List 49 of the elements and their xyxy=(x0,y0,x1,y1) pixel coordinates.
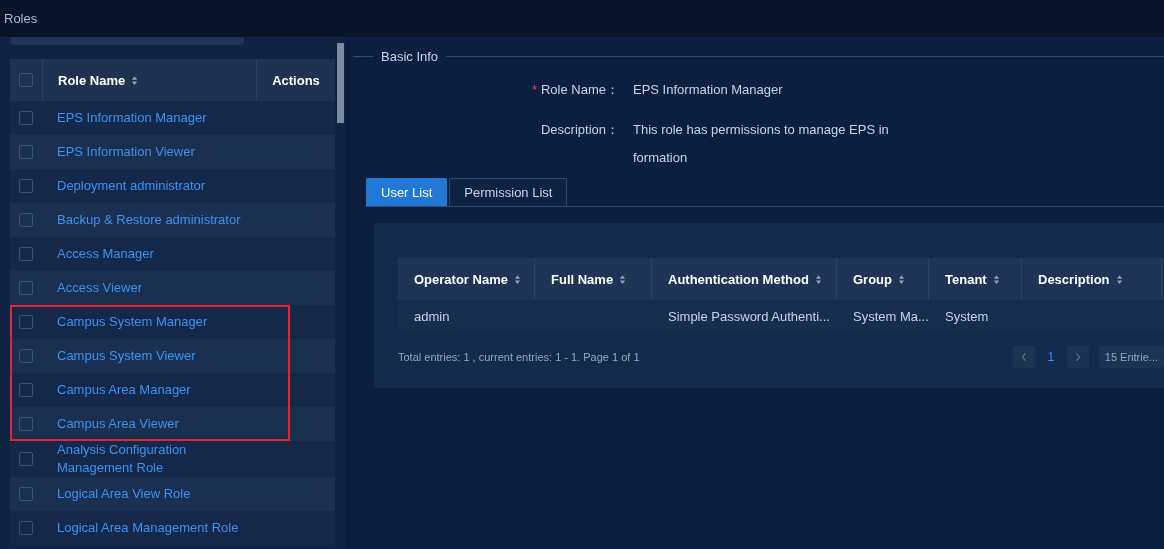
sort-icon[interactable] xyxy=(1115,273,1123,285)
row-checkbox[interactable] xyxy=(19,521,33,535)
page-size-dropdown[interactable]: 15 Entrie... xyxy=(1098,346,1164,368)
row-checkbox[interactable] xyxy=(19,452,33,466)
pagination-summary: Total entries: 1 , current entries: 1 - 1. Page 1 of 1 xyxy=(398,351,640,363)
field-value: EPS Information Manager xyxy=(633,81,784,99)
row-checkbox[interactable] xyxy=(19,281,33,295)
sort-icon[interactable] xyxy=(814,273,822,285)
column-header[interactable]: Authentication Method xyxy=(668,271,809,287)
table-cell: Simple Password Authenti... xyxy=(668,308,830,324)
page-number[interactable]: 1 xyxy=(1040,349,1061,365)
row-checkbox[interactable] xyxy=(19,247,33,261)
select-all-checkbox[interactable] xyxy=(19,73,33,87)
row-checkbox[interactable] xyxy=(19,487,33,501)
column-header[interactable]: Description xyxy=(1038,271,1110,287)
sort-icon[interactable] xyxy=(992,273,1000,285)
previous-page-button[interactable] xyxy=(1012,346,1035,368)
sort-icon[interactable] xyxy=(619,273,627,285)
chevron-left-icon xyxy=(1020,352,1027,362)
row-checkbox[interactable] xyxy=(19,179,33,193)
row-checkbox[interactable] xyxy=(19,111,33,125)
column-header[interactable]: Full Name xyxy=(551,271,614,287)
field-label: Description： xyxy=(540,121,619,139)
required-marker: * xyxy=(531,81,537,99)
row-checkbox[interactable] xyxy=(19,417,33,431)
sort-icon[interactable] xyxy=(898,273,905,285)
column-header[interactable]: Operator Name xyxy=(414,271,508,287)
section-title: Basic Info xyxy=(381,49,439,64)
table-cell: System xyxy=(945,308,989,324)
table-cell: admin xyxy=(414,308,450,324)
column-header: Actions xyxy=(272,72,320,88)
column-header[interactable]: Role Name xyxy=(58,72,126,88)
field-value: This role has permissions to manage EPS in formation xyxy=(633,121,890,167)
tab[interactable]: Permission List xyxy=(449,178,568,206)
field-label: Role Name： xyxy=(540,81,619,99)
column-header[interactable]: Group xyxy=(853,271,892,287)
column-header[interactable]: Tenant xyxy=(945,271,987,287)
tab[interactable]: User List xyxy=(366,178,448,206)
next-page-button[interactable] xyxy=(1066,346,1089,368)
row-checkbox[interactable] xyxy=(19,213,33,227)
page-title: Roles xyxy=(4,11,38,26)
row-checkbox[interactable] xyxy=(19,349,33,363)
row-checkbox[interactable] xyxy=(19,145,33,159)
sort-icon[interactable] xyxy=(513,273,521,285)
sort-icon[interactable] xyxy=(131,74,139,86)
table-cell: System Ma... xyxy=(853,308,929,324)
row-checkbox[interactable] xyxy=(19,315,33,329)
chevron-right-icon xyxy=(1074,352,1081,362)
row-checkbox[interactable] xyxy=(19,383,33,397)
